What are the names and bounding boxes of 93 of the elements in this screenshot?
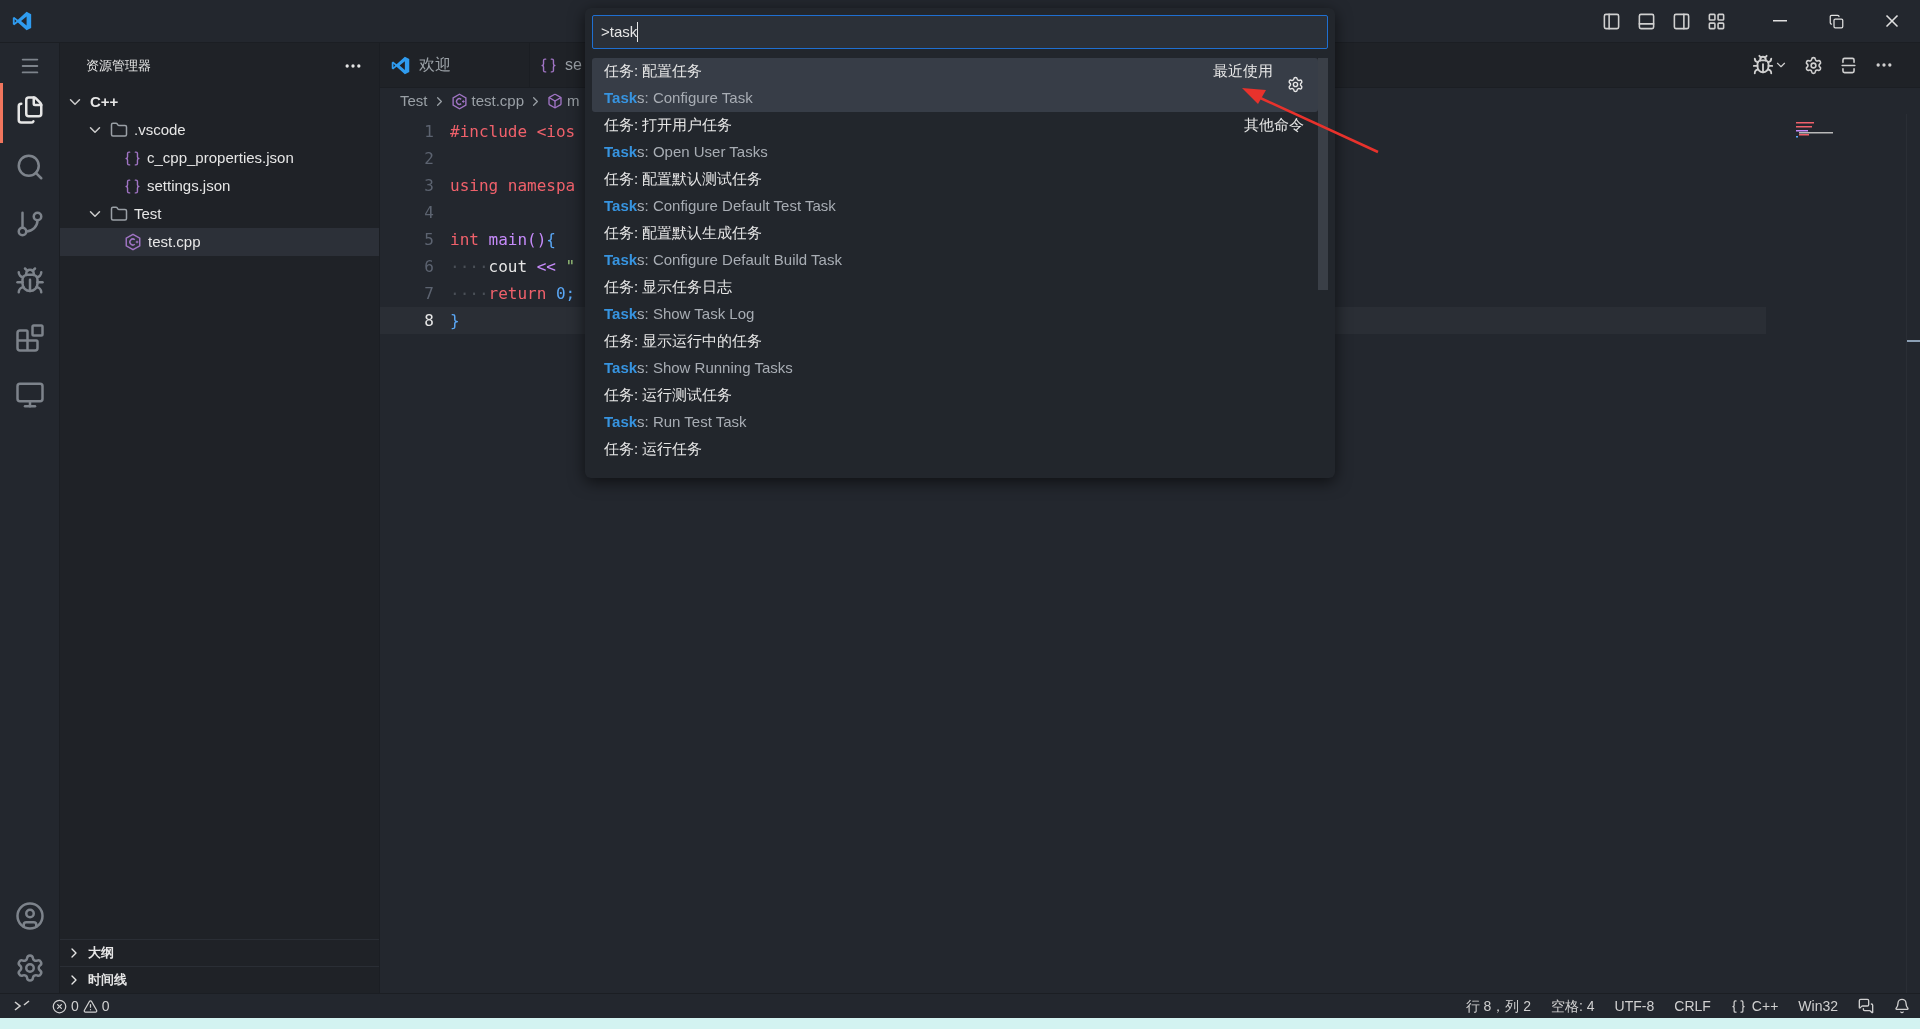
restore-icon <box>1828 13 1844 29</box>
braces-icon <box>124 177 141 195</box>
command-item[interactable]: 任务: 运行任务 <box>592 436 1318 463</box>
code-text: ····return 0; <box>450 282 576 305</box>
braces-icon <box>124 149 141 167</box>
command-item[interactable]: 任务: 显示任务日志 Tasks: Show Task Log <box>592 274 1318 328</box>
line-number: 7 <box>423 282 434 305</box>
command-item[interactable]: 任务: 打开用户任务 其他命令 Tasks: Open User Tasks <box>592 112 1318 166</box>
code-text: using namespa <box>450 174 576 197</box>
code-text: ····cout << " <box>450 255 576 278</box>
code-text: #include <ios <box>450 120 576 143</box>
command-detail: Tasks: Run Test Task <box>604 412 747 433</box>
line-number: 2 <box>423 147 434 170</box>
minimize-icon <box>1773 20 1787 22</box>
warning-count: 0 <box>101 996 110 1016</box>
extensions-icon[interactable] <box>14 323 45 353</box>
feedback-icon[interactable] <box>1858 998 1874 1014</box>
command-item[interactable]: 任务: 配置默认生成任务 Tasks: Configure Default Build Task <box>592 220 1318 274</box>
status-item[interactable]: C++ <box>1720 995 1789 1017</box>
braces-icon <box>1730 998 1746 1014</box>
command-detail: Tasks: Configure Default Test Task <box>604 196 836 217</box>
command-label: 任务: 配置默认测试任务 <box>604 169 763 190</box>
command-label: 任务: 配置任务 <box>604 61 703 82</box>
command-detail: Tasks: Configure Task <box>604 88 753 109</box>
scrollbar-thumb[interactable] <box>1318 58 1328 290</box>
status-item[interactable]: CRLF <box>1664 995 1721 1017</box>
panel-toggle-icon[interactable] <box>1637 11 1656 31</box>
settings-icon[interactable] <box>1287 76 1304 93</box>
debug-menu-icon[interactable] <box>1752 54 1788 76</box>
layout-icon[interactable] <box>1707 11 1726 31</box>
error-icon <box>52 998 67 1014</box>
folder-icon <box>110 205 128 223</box>
tree-item[interactable]: test.cpp <box>60 228 379 256</box>
command-item[interactable]: 任务: 配置任务 最近使用 Tasks: Configure Task <box>592 58 1318 112</box>
breadcrumb-item[interactable]: Test <box>400 89 428 113</box>
tree-item[interactable]: settings.json <box>60 172 379 200</box>
logo-icon <box>390 54 411 76</box>
bell-icon[interactable] <box>1894 998 1910 1014</box>
editor-tab[interactable]: 欢迎 <box>380 43 530 87</box>
line-number: 8 <box>423 309 434 332</box>
command-label: 任务: 运行任务 <box>604 439 703 460</box>
problems-status[interactable]: 0 0 <box>44 995 118 1017</box>
status-item[interactable]: 空格: 4 <box>1541 995 1605 1017</box>
command-detail: Tasks: Open User Tasks <box>604 142 768 163</box>
error-count: 0 <box>71 996 79 1016</box>
status-item[interactable]: Win32 <box>1788 995 1848 1017</box>
scrollbar-marker <box>1907 340 1920 342</box>
settings-icon[interactable] <box>1804 55 1823 75</box>
folder-icon <box>110 121 128 139</box>
code-text: int main(){ <box>450 228 556 251</box>
monitor-icon[interactable] <box>14 380 45 410</box>
breadcrumb-item[interactable]: test.cpp <box>471 89 525 113</box>
command-item[interactable]: 任务: 运行测试任务 Tasks: Run Test Task <box>592 382 1318 436</box>
c-plus-icon <box>450 92 468 110</box>
line-number: 3 <box>423 174 434 197</box>
code-text: } <box>450 309 460 332</box>
panel-title: 资源管理器 <box>86 56 151 75</box>
tree-item[interactable]: C++ <box>60 88 379 116</box>
command-label: 任务: 打开用户任务 <box>604 115 733 136</box>
section-header[interactable]: 大纲 <box>60 939 379 966</box>
tree-item[interactable]: Test <box>60 200 379 228</box>
branch-icon[interactable] <box>14 209 45 239</box>
warning-icon <box>82 998 98 1014</box>
tree-item[interactable]: c_cpp_properties.json <box>60 144 379 172</box>
sidebar-toggle-icon[interactable] <box>1602 11 1621 31</box>
logo-icon <box>11 10 33 32</box>
command-detail: Tasks: Configure Default Build Task <box>604 250 842 271</box>
secondary-sidebar-icon[interactable] <box>1672 11 1691 31</box>
command-item[interactable]: 任务: 配置默认测试任务 Tasks: Configure Default Test Task <box>592 166 1318 220</box>
bug-icon[interactable] <box>14 266 45 296</box>
command-group-label: 其他命令 <box>1244 115 1304 136</box>
command-label: 任务: 配置默认生成任务 <box>604 223 763 244</box>
command-detail: Tasks: Show Running Tasks <box>604 358 793 379</box>
line-number: 5 <box>423 228 434 251</box>
command-label: 任务: 显示运行中的任务 <box>604 331 763 352</box>
command-item[interactable]: 任务: 显示运行中的任务 Tasks: Show Running Tasks <box>592 328 1318 382</box>
c-plus-icon <box>124 233 142 251</box>
status-item[interactable]: 行 8，列 2 <box>1455 995 1542 1017</box>
command-detail: Tasks: Show Task Log <box>604 304 755 325</box>
command-group-label: 最近使用 <box>1213 61 1273 82</box>
line-number: 4 <box>423 201 434 224</box>
account-icon[interactable] <box>14 901 45 931</box>
braces-icon <box>540 56 557 74</box>
line-number: 6 <box>423 255 434 278</box>
command-label: 任务: 显示任务日志 <box>604 277 733 298</box>
tree-item[interactable]: .vscode <box>60 116 379 144</box>
cube-icon <box>547 93 564 109</box>
command-label: 任务: 运行测试任务 <box>604 385 733 406</box>
status-item[interactable]: UTF-8 <box>1604 995 1665 1017</box>
line-number: 1 <box>423 120 434 143</box>
split-icon[interactable] <box>1839 55 1858 75</box>
command-input[interactable]: >task <box>592 15 1328 49</box>
breadcrumb-item[interactable]: m <box>567 89 580 113</box>
